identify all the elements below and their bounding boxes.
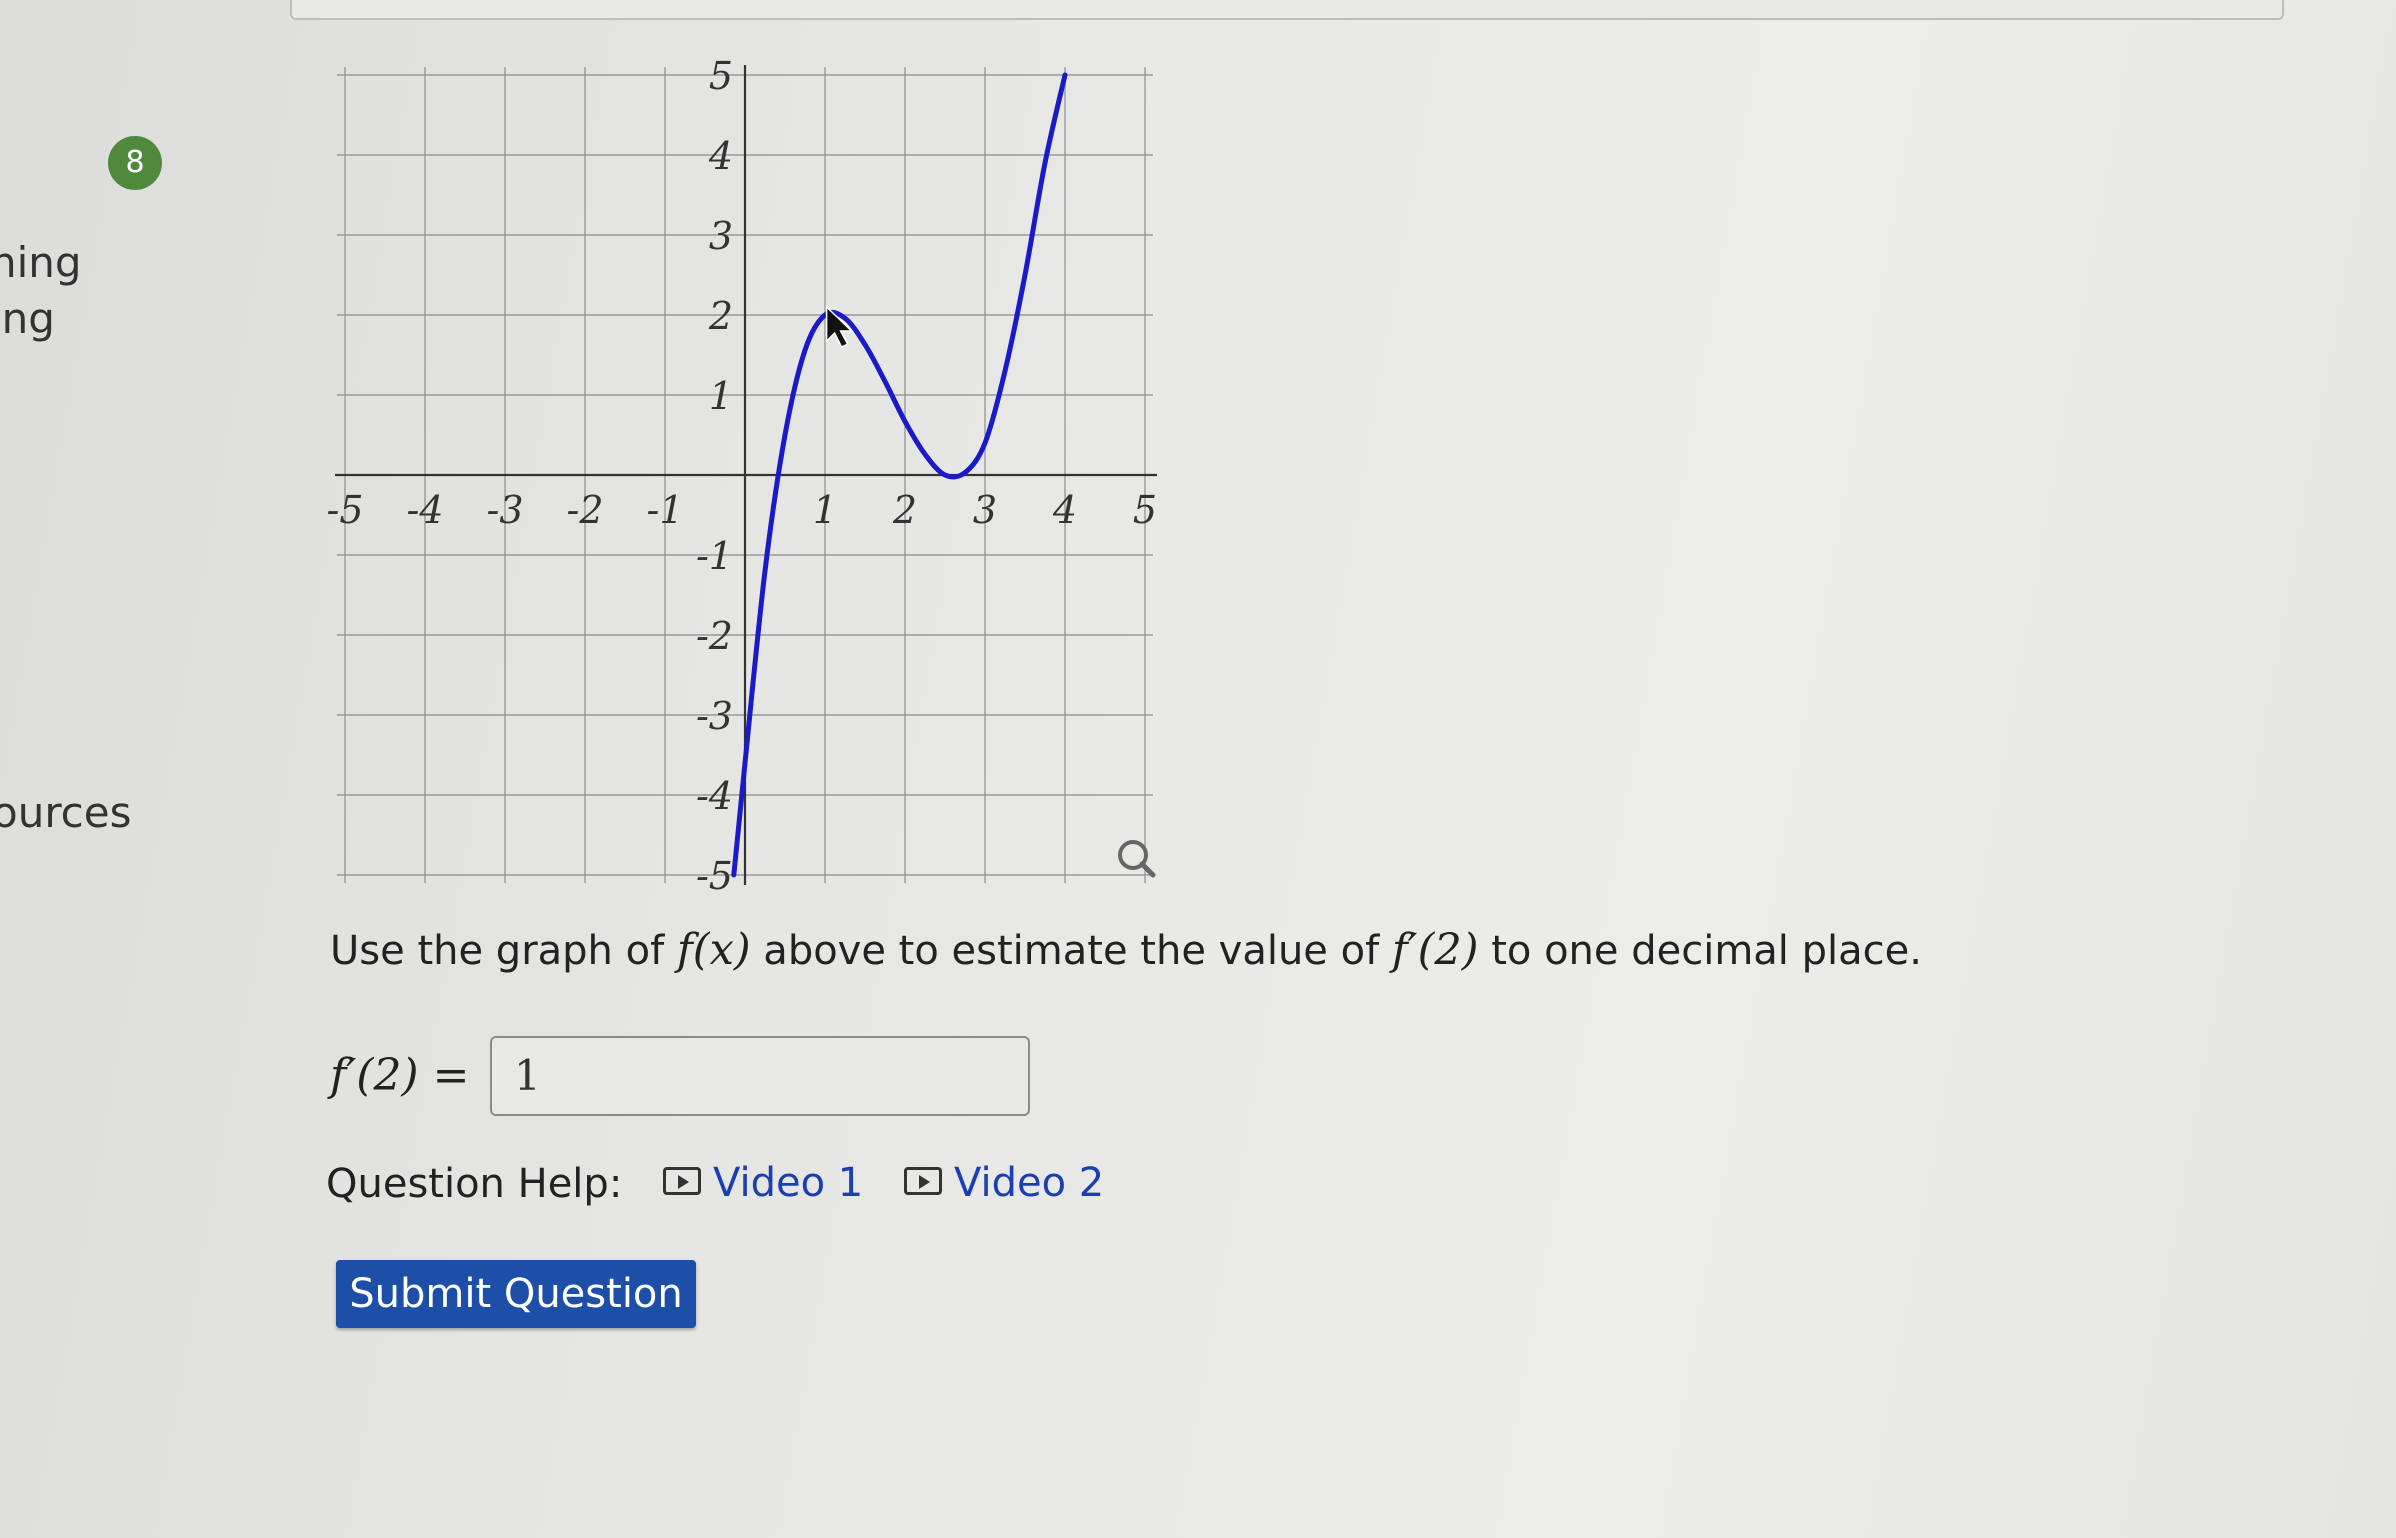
question-prompt: Use the graph of f(x) above to estimate … — [330, 925, 1922, 975]
video-play-icon — [663, 1167, 702, 1195]
prompt-suffix: to one decimal place. — [1478, 928, 1922, 974]
function-graph: -5 -4 -3 -2 -1 1 2 3 4 5 5 4 3 2 1 -1 -2 -3 -4 -5 — [326, 55, 1157, 895]
y-tick-label: 4 — [708, 134, 733, 178]
sidebar-item-1[interactable]: ning — [0, 238, 82, 287]
x-tick-label: -1 — [646, 488, 683, 532]
y-tick-label: 2 — [708, 294, 733, 338]
y-tick-label: 1 — [709, 374, 733, 418]
answer-input[interactable]: 1 — [490, 1036, 1030, 1116]
sidebar-item-resources[interactable]: ources — [0, 788, 131, 837]
question-number-badge: 8 — [108, 136, 162, 190]
x-tick-label: 2 — [892, 488, 917, 532]
y-tick-label: 5 — [709, 55, 733, 98]
video-1-link[interactable]: Video 1 — [663, 1160, 863, 1206]
submit-question-button[interactable]: Submit Question — [336, 1260, 696, 1328]
y-tick-label: 3 — [709, 214, 733, 258]
x-tick-label: -3 — [486, 488, 523, 532]
answer-label-text: f′(2) = — [330, 1050, 470, 1101]
x-tick-label: -2 — [566, 488, 603, 532]
prompt-fx: f(x) — [676, 925, 751, 975]
y-tick-label: -4 — [696, 774, 733, 818]
top-panel-border — [290, 0, 2284, 20]
y-tick-label: -3 — [696, 694, 733, 738]
x-tick-label: -4 — [406, 488, 443, 532]
question-help: Question Help: Video 1 Video 2 — [326, 1160, 1104, 1207]
x-tick-label: 4 — [1052, 488, 1077, 532]
x-tick-label: 5 — [1133, 488, 1157, 532]
sidebar-item-2[interactable]: ing — [0, 294, 55, 343]
graph-extras — [825, 305, 1156, 878]
prompt-prefix: Use the graph of — [330, 928, 677, 974]
x-tick-label: 3 — [973, 488, 997, 532]
prompt-mid: above to estimate the value of — [750, 928, 1392, 974]
x-tick-label: -5 — [326, 488, 363, 532]
question-help-label: Question Help: — [326, 1161, 623, 1207]
video-2-label: Video 2 — [953, 1160, 1105, 1206]
y-tick-label: -1 — [696, 534, 733, 578]
y-tick-label: -5 — [696, 854, 733, 895]
video-1-label: Video 1 — [713, 1160, 864, 1206]
prompt-fprime: f′(2) — [1391, 925, 1479, 975]
answer-label: f′(2) = — [330, 1050, 469, 1101]
x-tick-label: 1 — [813, 488, 837, 532]
video-play-icon — [903, 1167, 942, 1195]
y-tick-label: -2 — [696, 614, 733, 658]
zoom-icon-handle — [1139, 861, 1156, 878]
video-2-link[interactable]: Video 2 — [903, 1160, 1105, 1206]
